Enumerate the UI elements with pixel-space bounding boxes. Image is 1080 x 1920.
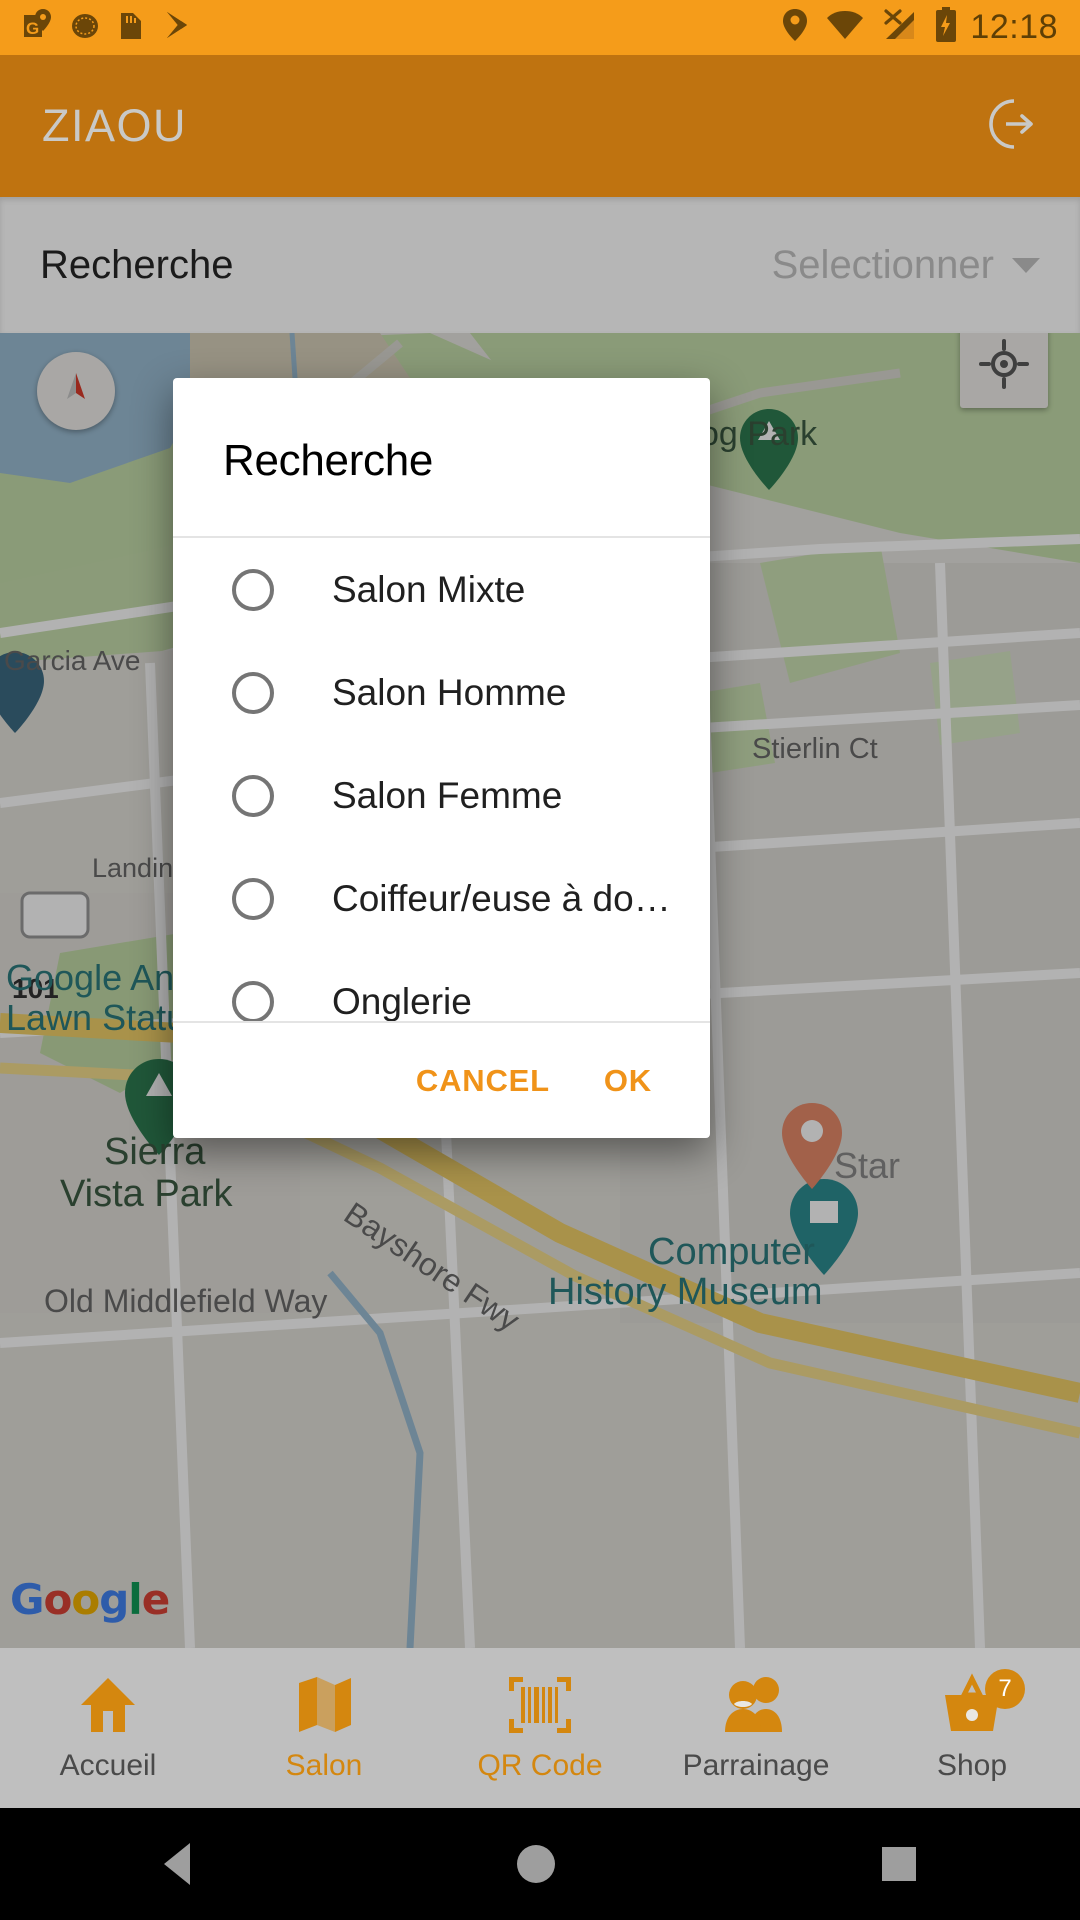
dialog-options-list[interactable]: Salon Mixte Salon Homme Salon Femme Coif… [173, 538, 710, 1021]
radio-option-label: Onglerie [332, 980, 472, 1022]
app-title: ZIAOU [42, 100, 188, 151]
nav-item-parrainage[interactable]: Parrainage [648, 1673, 864, 1783]
nav-item-label: QR Code [477, 1749, 603, 1782]
category-dropdown-value: Selectionner [771, 242, 994, 287]
radio-button-icon[interactable] [232, 568, 274, 611]
home-icon [77, 1673, 139, 1735]
nav-item-label: Salon [285, 1749, 363, 1782]
nav-item-label: Shop [936, 1749, 1008, 1782]
nav-item-accueil[interactable]: Accueil [0, 1673, 216, 1783]
clock-icon [70, 9, 100, 46]
google-maps-icon: G [22, 9, 52, 46]
people-icon [721, 1673, 791, 1735]
status-bar-right-icons [781, 7, 958, 48]
caret-down-icon [1012, 257, 1040, 273]
map-icon [295, 1673, 353, 1735]
radio-button-icon[interactable] [232, 774, 274, 817]
shop-badge: 7 [985, 1669, 1025, 1709]
logout-button[interactable] [980, 95, 1038, 158]
status-bar-clock: 12:18 [970, 8, 1058, 46]
android-system-navigation [0, 1808, 1080, 1920]
app-bar: ZIAOU [0, 55, 1080, 197]
bottom-navigation-bar: Accueil Salon QR Code Parrainage 7 Shop [0, 1648, 1080, 1808]
recents-square-icon[interactable] [882, 1847, 917, 1881]
radio-option-salon-mixte[interactable]: Salon Mixte [173, 538, 710, 641]
recherche-dialog: Recherche Salon Mixte Salon Homme Salon … [173, 378, 710, 1138]
nav-item-qr-code[interactable]: QR Code [432, 1673, 648, 1783]
radio-button-icon[interactable] [232, 877, 274, 920]
signal-no-sim-icon [881, 8, 917, 47]
radio-button-icon[interactable] [232, 980, 274, 1021]
sd-card-icon [118, 9, 144, 46]
phone-screen: 101 Garcia Ave Landings og Park Stierlin… [0, 0, 1080, 1920]
search-filter-bar: Recherche Selectionner [0, 197, 1080, 333]
back-triangle-icon[interactable] [163, 1843, 190, 1885]
shopping-basket-icon: 7 [939, 1669, 1025, 1735]
radio-button-icon[interactable] [232, 671, 274, 714]
radio-option-salon-homme[interactable]: Salon Homme [173, 641, 710, 744]
radio-option-salon-femme[interactable]: Salon Femme [173, 744, 710, 847]
play-store-icon [162, 9, 192, 46]
category-dropdown[interactable]: Selectionner [772, 243, 1040, 288]
radio-option-onglerie[interactable]: Onglerie [173, 950, 710, 1021]
location-pin-icon [781, 8, 809, 47]
status-bar-left-icons: G [22, 9, 192, 46]
logout-icon [980, 98, 1038, 157]
radio-option-label: Coiffeur/euse à domicile [332, 877, 690, 919]
dialog-footer: CANCEL OK [173, 1021, 710, 1138]
radio-option-label: Salon Femme [332, 774, 563, 816]
nav-item-label: Accueil [59, 1749, 157, 1782]
battery-charging-icon [934, 7, 958, 48]
ok-button[interactable]: OK [588, 1051, 668, 1111]
wifi-icon [826, 10, 864, 45]
qr-code-icon [507, 1673, 573, 1735]
nav-item-label: Parrainage [682, 1749, 830, 1782]
search-label: Recherche [40, 242, 234, 287]
radio-option-label: Salon Homme [332, 671, 567, 713]
nav-item-salon[interactable]: Salon [216, 1673, 432, 1783]
status-bar: G 12:18 [0, 0, 1080, 55]
radio-option-coiffeur-a-domicile[interactable]: Coiffeur/euse à domicile [173, 847, 710, 950]
nav-item-shop[interactable]: 7 Shop [864, 1669, 1080, 1783]
cancel-button[interactable]: CANCEL [400, 1051, 566, 1111]
radio-option-label: Salon Mixte [332, 568, 526, 610]
home-circle-icon[interactable] [516, 1845, 555, 1883]
dialog-title: Recherche [223, 436, 434, 485]
